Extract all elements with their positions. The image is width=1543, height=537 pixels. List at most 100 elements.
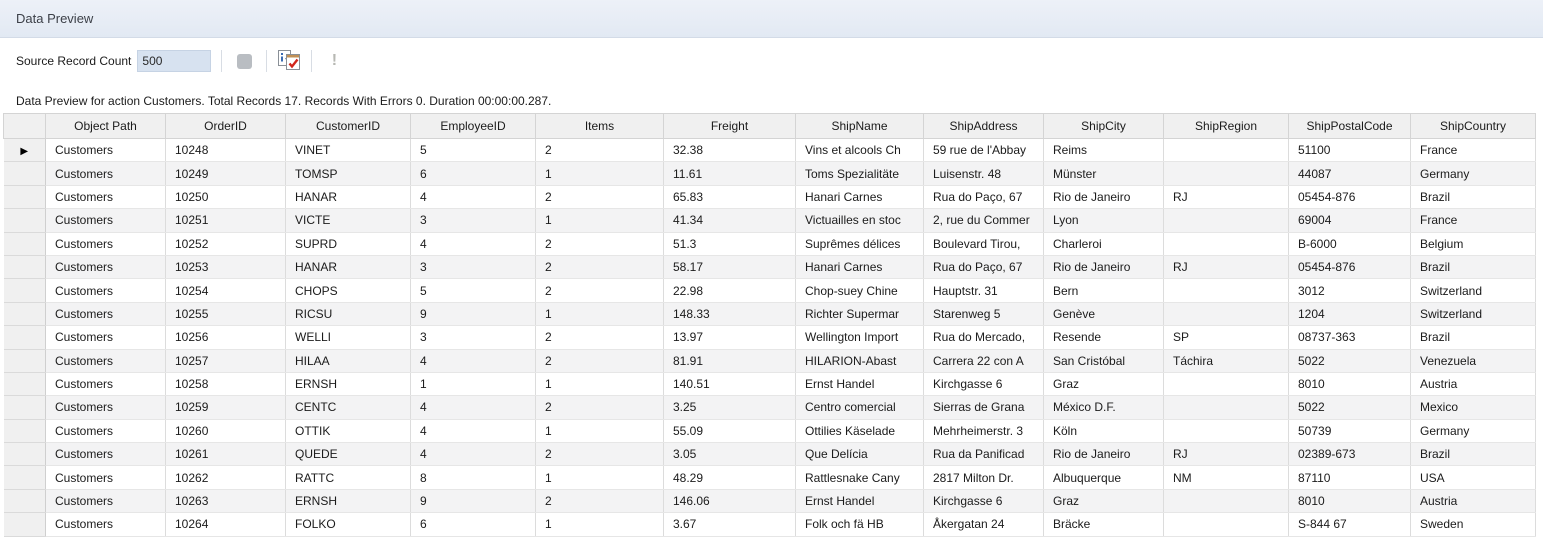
grid-cell[interactable]: 10253 — [166, 255, 286, 278]
grid-cell[interactable]: 05454-876 — [1289, 255, 1411, 278]
grid-cell[interactable] — [1164, 302, 1289, 325]
grid-cell[interactable]: 5022 — [1289, 396, 1411, 419]
grid-cell[interactable] — [1164, 396, 1289, 419]
grid-cell[interactable]: VICTE — [286, 209, 411, 232]
grid-cell[interactable]: Rua da Panificad — [924, 443, 1044, 466]
grid-cell[interactable]: 1 — [536, 419, 664, 442]
grid-cell[interactable]: 3.05 — [664, 443, 796, 466]
grid-cell[interactable]: 140.51 — [664, 372, 796, 395]
grid-cell[interactable]: Customers — [46, 326, 166, 349]
grid-cell[interactable]: Köln — [1044, 419, 1164, 442]
grid-cell[interactable]: TOMSP — [286, 162, 411, 185]
grid-cell[interactable]: 10254 — [166, 279, 286, 302]
grid-cell[interactable]: Chop-suey Chine — [796, 279, 924, 302]
grid-cell[interactable]: Hauptstr. 31 — [924, 279, 1044, 302]
grid-cell[interactable] — [1164, 162, 1289, 185]
grid-cell[interactable]: Customers — [46, 396, 166, 419]
grid-cell[interactable]: ERNSH — [286, 372, 411, 395]
grid-cell[interactable]: Genève — [1044, 302, 1164, 325]
grid-cell[interactable]: Belgium — [1411, 232, 1536, 255]
grid-cell[interactable]: VINET — [286, 139, 411, 162]
grid-cell[interactable]: San Cristóbal — [1044, 349, 1164, 372]
column-header[interactable]: EmployeeID — [411, 114, 536, 139]
grid-cell[interactable]: 10256 — [166, 326, 286, 349]
grid-cell[interactable]: Wellington Import — [796, 326, 924, 349]
grid-cell[interactable]: Germany — [1411, 162, 1536, 185]
grid-cell[interactable]: 51100 — [1289, 139, 1411, 162]
grid-cell[interactable]: Rua do Paço, 67 — [924, 255, 1044, 278]
grid-cell[interactable]: Resende — [1044, 326, 1164, 349]
grid-cell[interactable]: Germany — [1411, 419, 1536, 442]
row-header-cell[interactable] — [4, 255, 46, 278]
grid-cell[interactable]: Sweden — [1411, 513, 1536, 536]
grid-cell[interactable]: 6 — [411, 513, 536, 536]
grid-cell[interactable]: Suprêmes délices — [796, 232, 924, 255]
row-header-cell[interactable] — [4, 489, 46, 512]
grid-cell[interactable]: 3 — [411, 255, 536, 278]
grid-cell[interactable] — [1164, 279, 1289, 302]
grid-cell[interactable]: Brazil — [1411, 326, 1536, 349]
grid-cell[interactable]: 87110 — [1289, 466, 1411, 489]
grid-cell[interactable]: 2 — [536, 232, 664, 255]
grid-cell[interactable]: SUPRD — [286, 232, 411, 255]
grid-cell[interactable]: 65.83 — [664, 185, 796, 208]
grid-cell[interactable]: Åkergatan 24 — [924, 513, 1044, 536]
grid-cell[interactable]: Customers — [46, 232, 166, 255]
grid-cell[interactable]: Customers — [46, 185, 166, 208]
column-header[interactable]: Items — [536, 114, 664, 139]
row-header-cell[interactable] — [4, 419, 46, 442]
grid-cell[interactable]: Vins et alcools Ch — [796, 139, 924, 162]
grid-cell[interactable]: RJ — [1164, 255, 1289, 278]
grid-cell[interactable]: RJ — [1164, 443, 1289, 466]
grid-cell[interactable]: HILAA — [286, 349, 411, 372]
grid-cell[interactable]: 81.91 — [664, 349, 796, 372]
grid-cell[interactable] — [1164, 419, 1289, 442]
grid-cell[interactable]: Venezuela — [1411, 349, 1536, 372]
grid-cell[interactable]: Rua do Mercado, — [924, 326, 1044, 349]
grid-cell[interactable]: 48.29 — [664, 466, 796, 489]
grid-cell[interactable]: 10249 — [166, 162, 286, 185]
grid-cell[interactable]: 1 — [536, 162, 664, 185]
grid-cell[interactable]: FOLKO — [286, 513, 411, 536]
row-header-cell[interactable] — [4, 466, 46, 489]
grid-cell[interactable]: Carrera 22 con A — [924, 349, 1044, 372]
grid-cell[interactable]: Switzerland — [1411, 279, 1536, 302]
grid-cell[interactable]: Customers — [46, 302, 166, 325]
grid-cell[interactable]: 41.34 — [664, 209, 796, 232]
grid-cell[interactable]: 50739 — [1289, 419, 1411, 442]
record-count-input[interactable] — [137, 50, 211, 72]
grid-cell[interactable]: 10250 — [166, 185, 286, 208]
grid-cell[interactable]: Rua do Paço, 67 — [924, 185, 1044, 208]
grid-cell[interactable]: 4 — [411, 349, 536, 372]
grid-cell[interactable]: 8 — [411, 466, 536, 489]
grid-cell[interactable]: 10248 — [166, 139, 286, 162]
grid-cell[interactable] — [1164, 139, 1289, 162]
grid-cell[interactable]: 2 — [536, 489, 664, 512]
grid-cell[interactable]: Brazil — [1411, 185, 1536, 208]
grid-cell[interactable]: Luisenstr. 48 — [924, 162, 1044, 185]
grid-cell[interactable]: 2817 Milton Dr. — [924, 466, 1044, 489]
grid-cell[interactable]: 1 — [536, 372, 664, 395]
grid-cell[interactable]: SP — [1164, 326, 1289, 349]
grid-cell[interactable]: Customers — [46, 489, 166, 512]
grid-cell[interactable]: 13.97 — [664, 326, 796, 349]
grid-cell[interactable]: Austria — [1411, 372, 1536, 395]
grid-cell[interactable]: 4 — [411, 396, 536, 419]
grid-cell[interactable]: 1204 — [1289, 302, 1411, 325]
row-header-cell[interactable] — [4, 513, 46, 536]
grid-cell[interactable]: Customers — [46, 466, 166, 489]
grid-cell[interactable]: Münster — [1044, 162, 1164, 185]
grid-cell[interactable]: France — [1411, 209, 1536, 232]
grid-cell[interactable]: Hanari Carnes — [796, 185, 924, 208]
grid-cell[interactable]: Charleroi — [1044, 232, 1164, 255]
grid-cell[interactable]: CHOPS — [286, 279, 411, 302]
grid-cell[interactable]: Kirchgasse 6 — [924, 372, 1044, 395]
grid-cell[interactable]: Hanari Carnes — [796, 255, 924, 278]
grid-cell[interactable] — [1164, 489, 1289, 512]
grid-cell[interactable]: Táchira — [1164, 349, 1289, 372]
column-header[interactable]: OrderID — [166, 114, 286, 139]
grid-cell[interactable]: 10263 — [166, 489, 286, 512]
grid-cell[interactable]: Reims — [1044, 139, 1164, 162]
grid-cell[interactable] — [1164, 209, 1289, 232]
grid-cell[interactable]: 146.06 — [664, 489, 796, 512]
